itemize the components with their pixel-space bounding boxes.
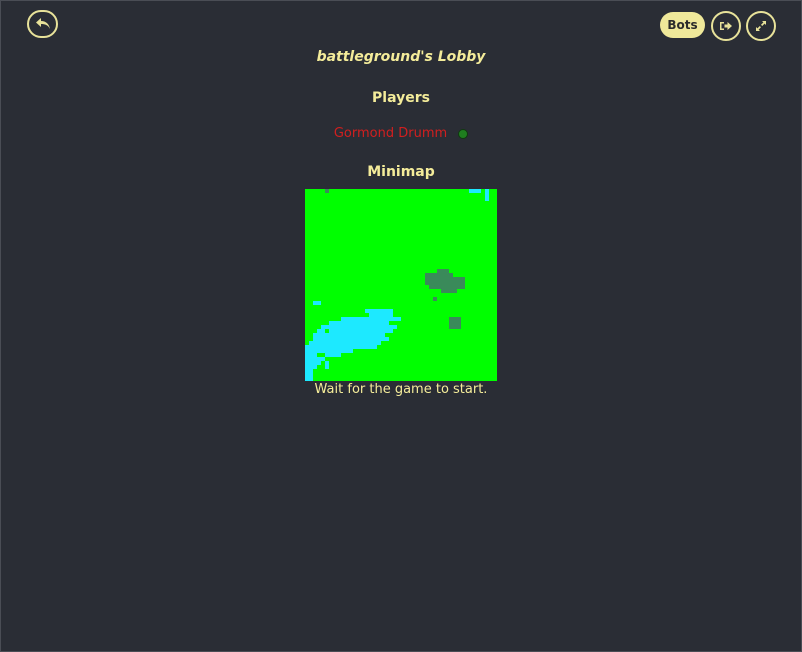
minimap (305, 189, 497, 381)
player-ready-status-indicator (458, 129, 469, 139)
bots-button[interactable]: Bots (660, 12, 705, 38)
lobby-title: battleground's Lobby (316, 49, 486, 65)
player-name: Gormond Drumm (333, 126, 448, 141)
undo-arrow-icon (35, 18, 50, 29)
fullscreen-button[interactable] (746, 11, 776, 41)
players-heading: Players (372, 90, 430, 106)
player-list-item: Gormond Drumm (0, 126, 802, 141)
minimap-heading: Minimap (367, 164, 435, 180)
game-status-message: Wait for the game to start. (314, 382, 488, 397)
exit-button[interactable] (711, 11, 741, 41)
back-button[interactable] (27, 10, 58, 38)
exit-door-icon (720, 22, 732, 30)
expand-icon (756, 21, 766, 31)
bots-button-label: Bots (667, 18, 698, 32)
